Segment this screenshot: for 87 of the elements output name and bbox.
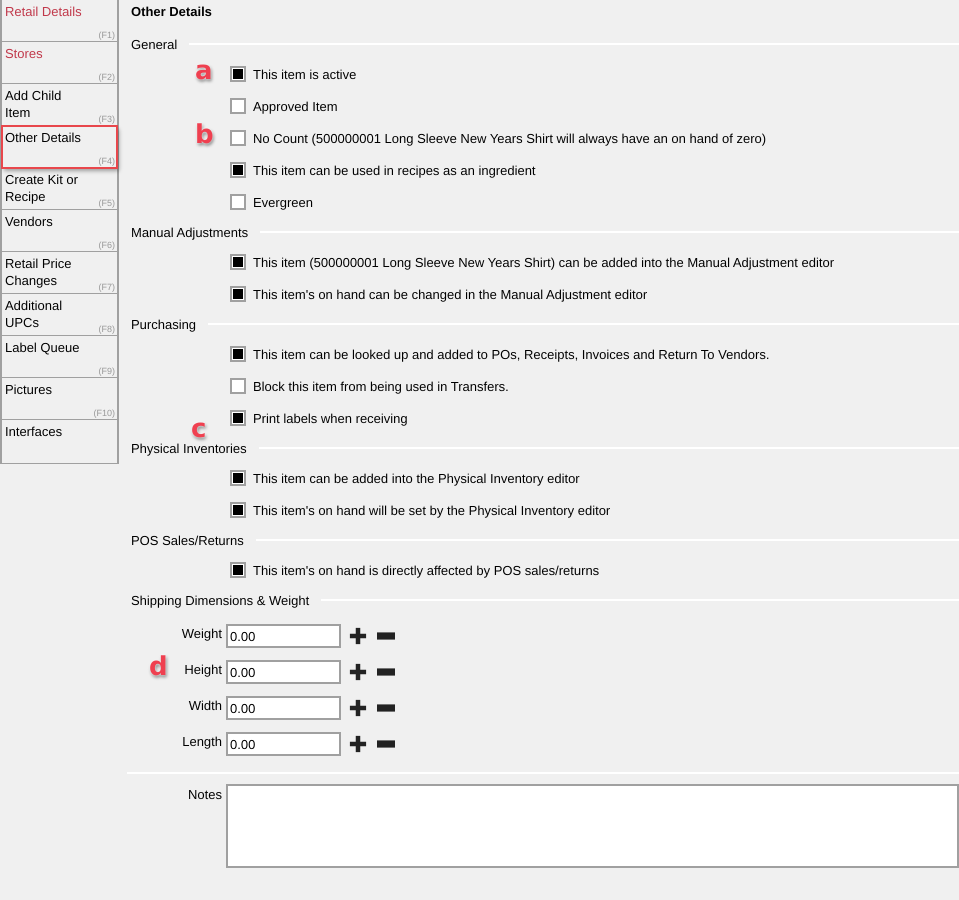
page-title: Other Details	[131, 4, 213, 21]
checkbox-label: This item can be looked up and added to POs, Receipts, Invoices and Return To Vendors.	[253, 346, 770, 362]
checkbox[interactable]	[230, 562, 246, 578]
checkbox-label: This item (500000001 Long Sleeve New Years Shirt) can be added into the Manual Adjustment editor	[253, 254, 834, 270]
checkbox[interactable]	[230, 502, 246, 518]
input-field[interactable]: 0.00	[226, 732, 341, 756]
checkbox-label: Evergreen	[253, 194, 313, 210]
input-field[interactable]: 0.00	[226, 696, 341, 720]
checkbox[interactable]	[230, 98, 246, 114]
field-label: Width	[188, 698, 222, 712]
minus-icon[interactable]	[377, 704, 395, 712]
sidebar-tab[interactable]: Label Queue (F9)	[2, 336, 117, 378]
tab-label: Create Kit or Recipe	[5, 171, 79, 205]
sidebar-tab[interactable]: Vendors (F6)	[2, 210, 117, 252]
checkbox[interactable]	[230, 286, 246, 302]
field-label: Height	[184, 662, 222, 676]
shortcut-key: (F8)	[98, 324, 115, 334]
field-label: Notes	[187, 786, 223, 802]
section-title: POS Sales/Returns	[131, 532, 244, 548]
checkbox[interactable]	[230, 66, 246, 82]
sidebar-tab[interactable]: Add Child Item (F3)	[2, 84, 117, 126]
section-title: Manual Adjustments	[131, 224, 248, 240]
checkbox-label: This item can be added into the Physical Inventory editor	[253, 470, 580, 486]
checkbox[interactable]	[230, 194, 246, 210]
plus-icon[interactable]	[349, 735, 367, 753]
minus-icon[interactable]	[377, 740, 395, 748]
shortcut-key: (F7)	[98, 282, 115, 292]
plus-icon[interactable]	[349, 627, 367, 645]
tab-label: Vendors	[5, 213, 53, 230]
sidebar-tab[interactable]: Retail Details (F1)	[2, 0, 117, 42]
section-title: General	[131, 36, 178, 52]
input-field[interactable]: 0.00	[226, 624, 341, 648]
minus-icon[interactable]	[377, 668, 395, 676]
checkbox-label: Print labels when receiving	[253, 410, 408, 426]
checkbox-label: This item's on hand can be changed in the Manual Adjustment editor	[253, 286, 648, 302]
tab-label: Other Details	[5, 129, 81, 146]
tab-label: Add Child Item	[5, 87, 62, 121]
field-label: Weight	[182, 626, 222, 640]
section-title: Shipping Dimensions & Weight	[131, 592, 310, 608]
checkbox-label: Approved Item	[253, 98, 338, 114]
callout-label: d	[149, 654, 168, 680]
checkbox[interactable]	[230, 378, 246, 394]
checkbox-label: This item's on hand will be set by the Physical Inventory editor	[253, 502, 610, 518]
callout-label: c	[191, 416, 206, 442]
tab-label: Retail Details	[5, 3, 82, 20]
checkbox-label: Block this item from being used in Transfers.	[253, 378, 509, 394]
callout-label: a	[195, 58, 213, 84]
checkbox[interactable]	[230, 346, 246, 362]
plus-icon[interactable]	[349, 663, 367, 681]
checkbox[interactable]	[230, 470, 246, 486]
shortcut-key: (F9)	[98, 366, 115, 376]
notes-field[interactable]	[226, 784, 959, 868]
checkbox-label: This item's on hand is directly affected by POS sales/returns	[253, 562, 600, 578]
checkbox[interactable]	[230, 254, 246, 270]
tab-label: Interfaces	[5, 423, 62, 440]
sidebar-tab[interactable]: Retail Price Changes (F7)	[2, 252, 117, 294]
shortcut-key: (F2)	[98, 72, 115, 82]
sidebar-tab[interactable]: Create Kit or Recipe (F5)	[2, 168, 117, 210]
shortcut-key: (F3)	[98, 114, 115, 124]
section-title: Physical Inventories	[131, 440, 247, 456]
checkbox-label: No Count (500000001 Long Sleeve New Years Shirt will always have an on hand of zero)	[253, 130, 766, 146]
sidebar-tab[interactable]: Other Details (F4)	[2, 126, 117, 168]
checkbox[interactable]	[230, 162, 246, 178]
checkbox-label: This item is active	[253, 66, 356, 82]
checkbox[interactable]	[230, 130, 246, 146]
plus-icon[interactable]	[349, 699, 367, 717]
section-title: Purchasing	[131, 316, 196, 332]
sidebar-tab[interactable]: Additional UPCs (F8)	[2, 294, 117, 336]
shortcut-key: (F10)	[93, 408, 115, 418]
sidebar-tab[interactable]: Stores (F2)	[2, 42, 117, 84]
tab-label: Pictures	[5, 381, 52, 398]
tab-label: Additional UPCs	[5, 297, 64, 331]
shortcut-key: (F1)	[98, 30, 115, 40]
field-label: Length	[182, 734, 222, 748]
tab-label: Label Queue	[5, 339, 80, 356]
shortcut-key: (F5)	[98, 198, 115, 208]
minus-icon[interactable]	[377, 632, 395, 640]
tab-label: Retail Price Changes	[5, 255, 72, 289]
tab-label: Stores	[5, 45, 43, 62]
sidebar-tab[interactable]: Pictures (F10)	[2, 378, 117, 420]
shortcut-key: (F6)	[98, 240, 115, 250]
sidebar-tab[interactable]: Interfaces	[2, 420, 117, 464]
input-field[interactable]: 0.00	[226, 660, 341, 684]
checkbox[interactable]	[230, 410, 246, 426]
checkbox-label: This item can be used in recipes as an ingredient	[253, 162, 536, 178]
shortcut-key: (F4)	[98, 156, 115, 166]
callout-label: b	[195, 122, 214, 148]
